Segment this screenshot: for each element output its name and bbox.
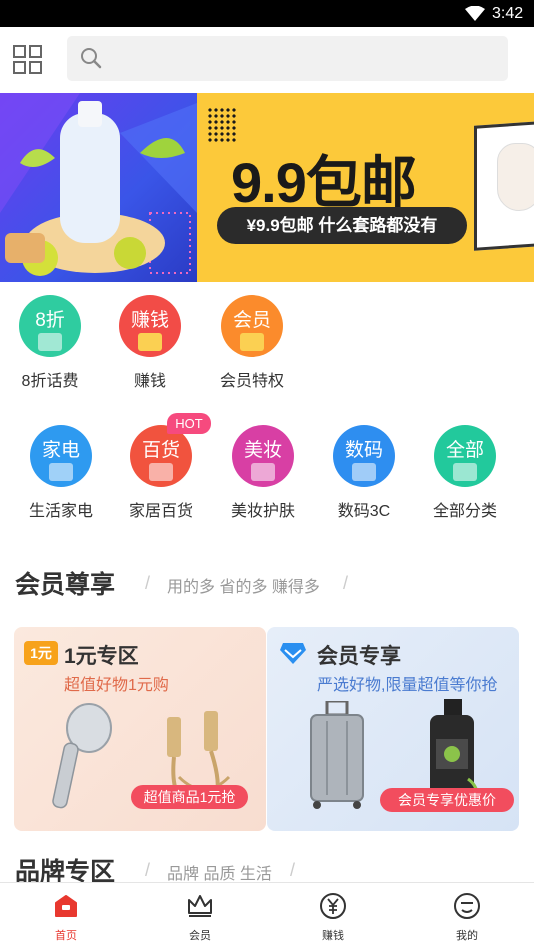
category-label: 美妆护肤 — [230, 503, 295, 520]
home-icon — [55, 895, 77, 917]
tab-home[interactable]: 首页 — [16, 891, 116, 943]
divider-slash: / — [343, 573, 349, 593]
promo-pill[interactable]: 会员专享优惠价 — [380, 788, 514, 812]
promo-subtitle: 严选好物,限量超值等你抢 — [317, 677, 498, 694]
one-yuan-badge: 1元 — [24, 641, 58, 665]
search-icon — [81, 48, 102, 69]
hot-badge: HOT — [167, 413, 211, 434]
quick-entry-recharge[interactable]: 8折 8折话费 — [0, 290, 100, 391]
search-input[interactable] — [113, 36, 493, 81]
camera-icon: 数码 — [333, 425, 395, 487]
tab-label: 首页 — [55, 930, 77, 942]
category-household[interactable]: 百货 家居百货 — [111, 420, 211, 521]
quick-entry-row: 8折 8折话费 赚钱 赚钱 会员 会员特权 — [0, 290, 534, 400]
tab-label: 赚钱 — [322, 930, 344, 942]
quick-entry-label: 会员特权 — [219, 373, 284, 390]
promo-pill[interactable]: 超值商品1元抢 — [131, 785, 248, 809]
quick-entry-member[interactable]: 会员 会员特权 — [202, 290, 302, 391]
yuan-coin-icon — [320, 893, 346, 919]
tab-member[interactable]: 会员 — [150, 891, 250, 943]
category-all[interactable]: 全部 全部分类 — [415, 420, 515, 521]
section-title: 会员尊享 — [15, 571, 116, 599]
household-icon: 百货 — [130, 425, 192, 487]
divider-slash: / — [290, 860, 296, 880]
quick-entry-label: 赚钱 — [133, 373, 166, 390]
crown-icon — [188, 895, 212, 917]
category-digital[interactable]: 数码 数码3C — [314, 420, 414, 521]
promo-title: 会员专享 — [317, 645, 401, 668]
category-label: 生活家电 — [28, 503, 93, 520]
category-appliances[interactable]: 家电 生活家电 — [11, 420, 111, 521]
quick-entry-label: 8折话费 — [21, 373, 79, 390]
category-label: 全部分类 — [432, 503, 497, 520]
crown-icon: 会员 — [221, 295, 283, 357]
one-yuan-zone-card[interactable]: 1元 1元专区 超值好物1元购 超值商品1元抢 — [14, 627, 266, 831]
cosmetics-icon: 美妆 — [232, 425, 294, 487]
section-subtitle: 用的多 省的多 赚得多 — [167, 579, 320, 596]
money-bag-icon: 赚钱 — [119, 295, 181, 357]
member-exclusive-card[interactable]: 会员专享 严选好物,限量超值等你抢 会员专享优惠价 — [267, 627, 519, 831]
promo-title: 1元专区 — [64, 645, 139, 668]
shower-head-image — [52, 703, 112, 809]
category-row: 家电 生活家电 百货 家居百货 美妆 美妆护肤 数码 数码3C 全部 全部分类 — [0, 420, 534, 530]
all-categories-icon: 全部 — [434, 425, 496, 487]
section-subtitle: 品牌 品质 生活 — [167, 866, 272, 883]
tab-label: 我的 — [456, 930, 478, 942]
category-label: 数码3C — [337, 503, 391, 520]
search-bar[interactable] — [67, 36, 508, 81]
category-beauty[interactable]: 美妆 美妆护肤 — [213, 420, 313, 521]
suitcase-image — [310, 701, 364, 809]
diamond-icon — [280, 643, 306, 664]
banner-text-area: 9.9包邮 ¥9.9包邮 什么套路都没有 — [197, 93, 534, 282]
promo-banner[interactable]: 9.9包邮 ¥9.9包邮 什么套路都没有 — [0, 93, 534, 282]
status-time: 3:42 — [492, 5, 524, 22]
tab-profile[interactable]: 我的 — [417, 891, 517, 943]
status-bar: 3:42 — [0, 0, 534, 27]
divider-slash: / — [145, 573, 151, 593]
tab-earn[interactable]: 赚钱 — [283, 891, 383, 943]
search-header — [0, 27, 534, 93]
banner-subtitle: ¥9.9包邮 什么套路都没有 — [217, 207, 467, 244]
category-grid-icon[interactable] — [13, 45, 42, 74]
mask-face-image — [497, 143, 534, 211]
appliance-icon: 家电 — [30, 425, 92, 487]
promo-subtitle: 超值好物1元购 — [64, 677, 169, 694]
category-label: 家居百货 — [128, 503, 193, 520]
recharge-icon: 8折 — [19, 295, 81, 357]
divider-slash: / — [145, 860, 151, 880]
wifi-icon — [465, 6, 485, 21]
smiley-face-icon — [454, 893, 480, 919]
tab-label: 会员 — [189, 930, 211, 942]
bottom-tab-bar: 首页 会员 赚钱 我的 — [0, 882, 534, 949]
quick-entry-earn[interactable]: 赚钱 赚钱 — [100, 290, 200, 391]
banner-product-image — [0, 93, 197, 282]
member-section-header: 会员尊享 / 用的多 省的多 赚得多 / — [15, 565, 525, 605]
